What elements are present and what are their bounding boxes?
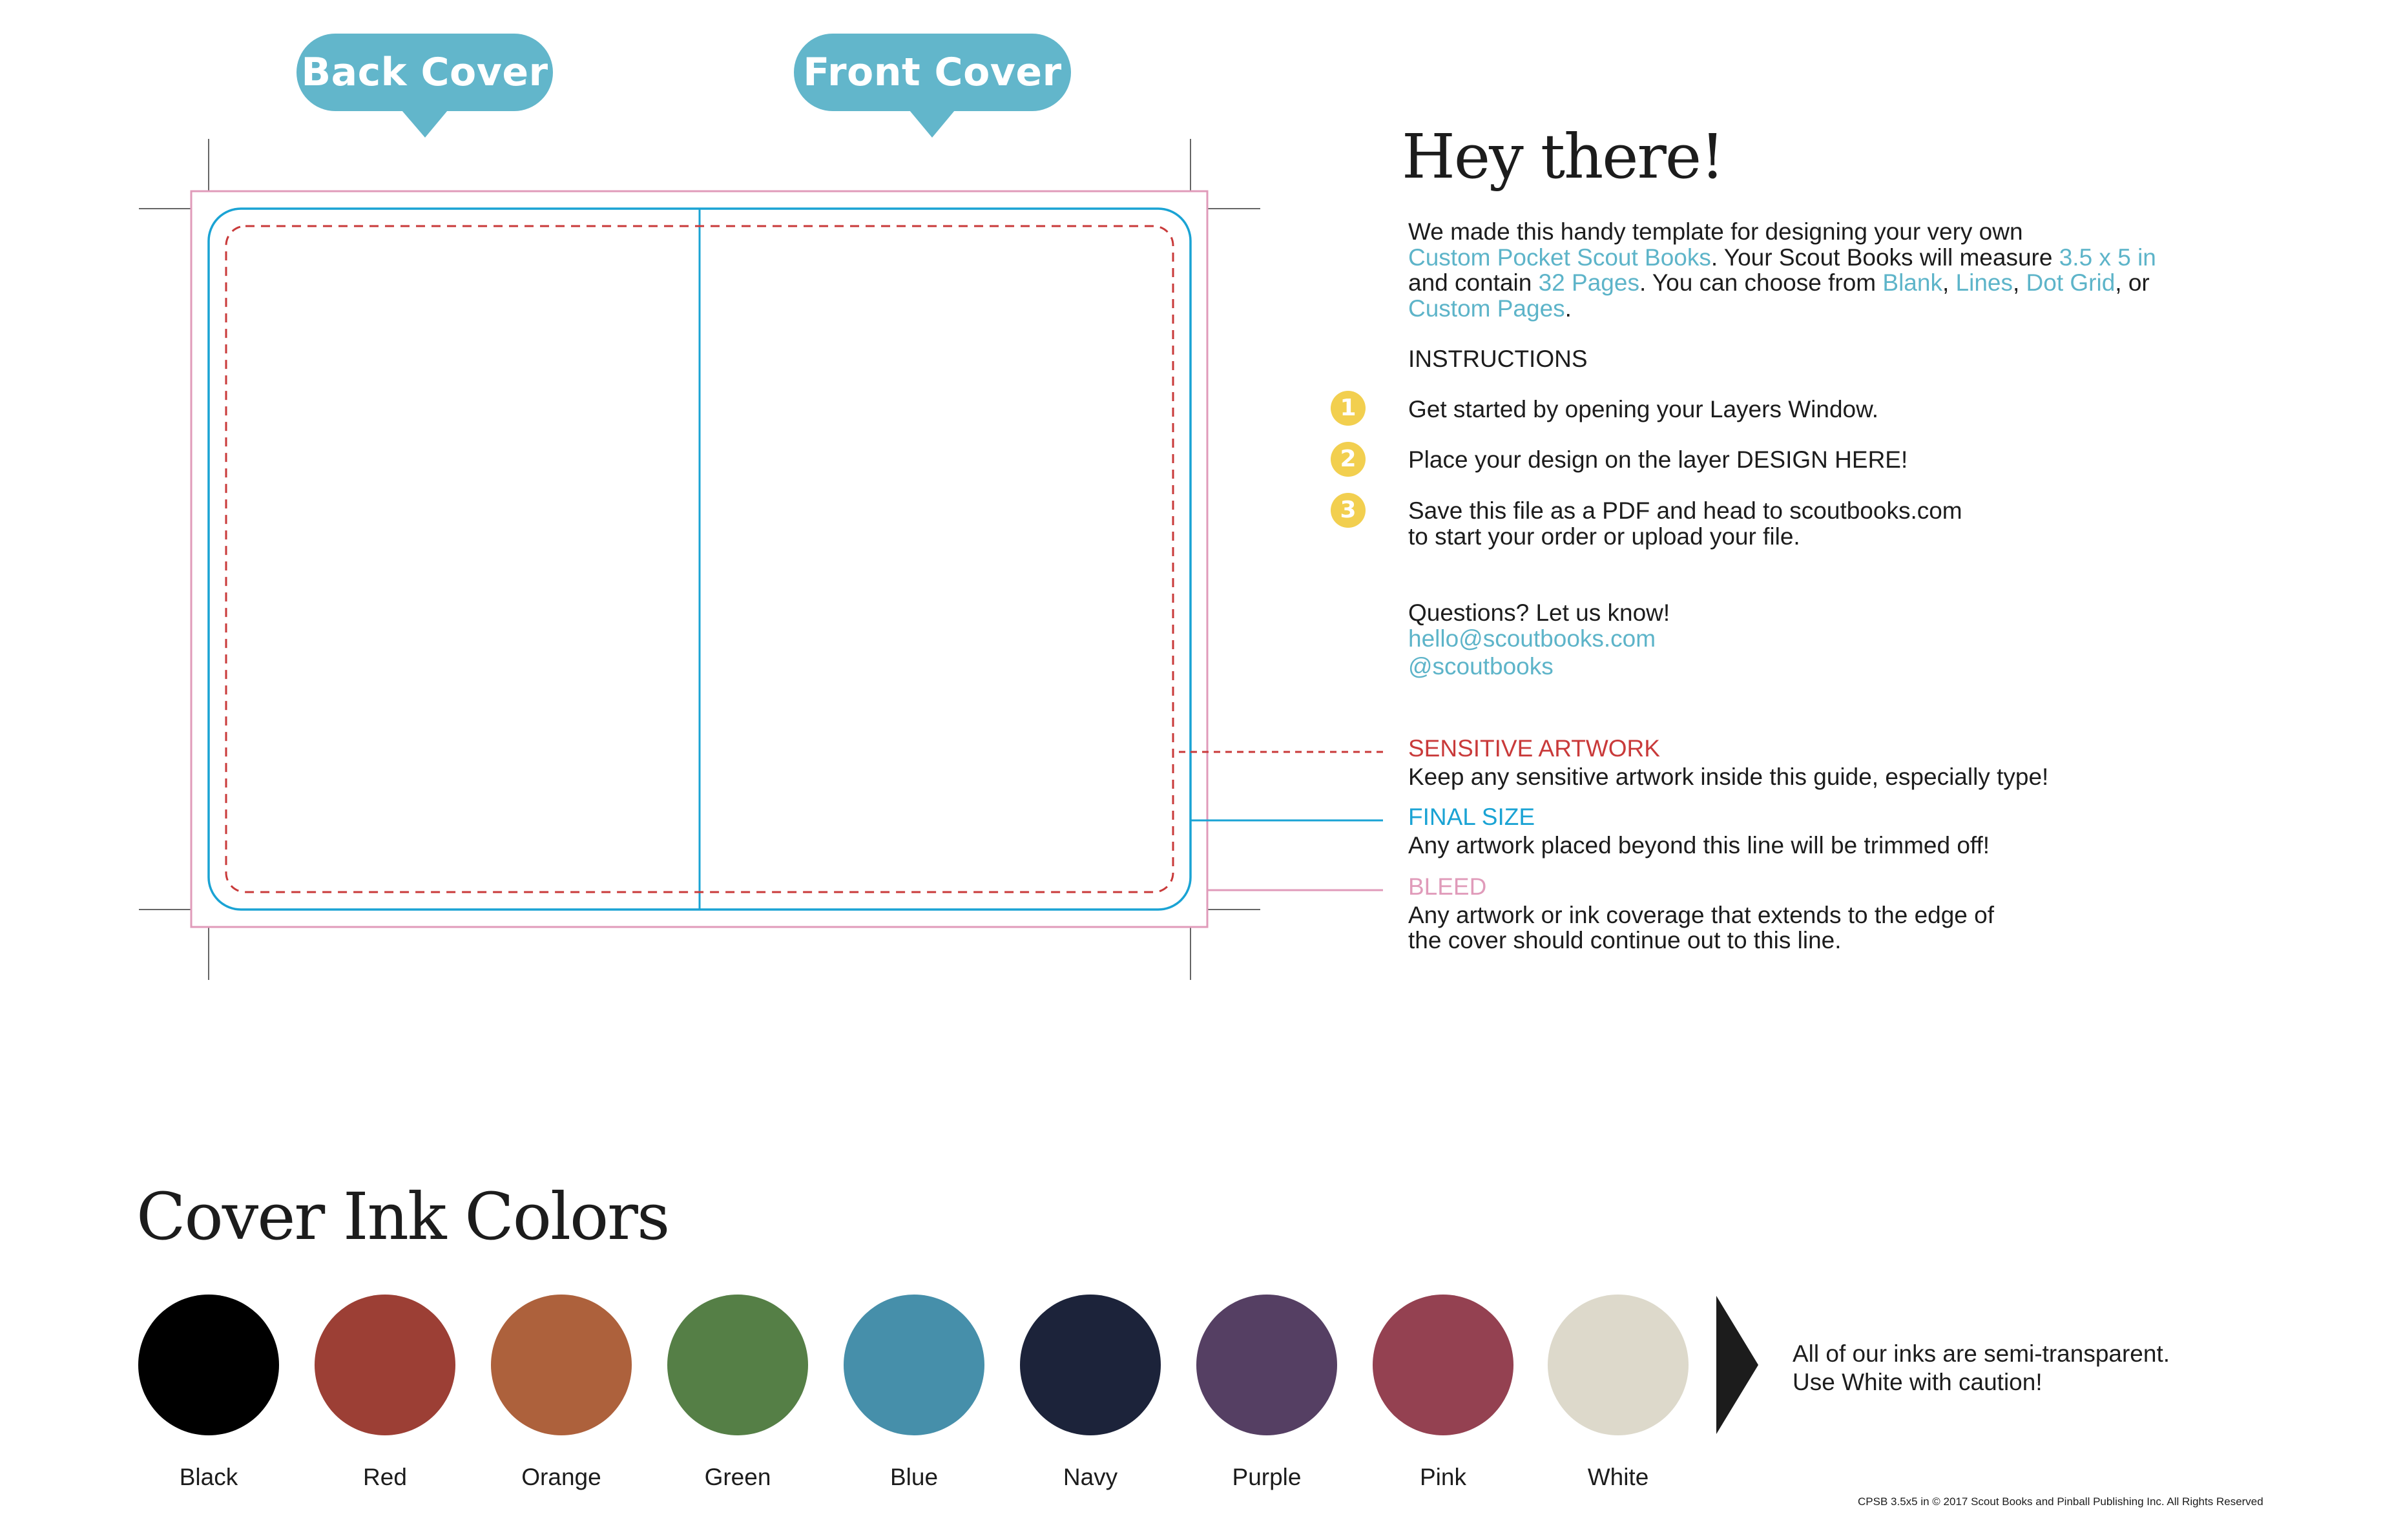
sensitive-guide-title: SENSITIVE ARTWORK bbox=[1408, 735, 1660, 762]
final-size-guide-title: FINAL SIZE bbox=[1408, 804, 1535, 830]
step-3-text: Save this file as a PDF and head to scou… bbox=[1408, 498, 1962, 549]
ink-note: All of our inks are semi-transparent. Us… bbox=[1793, 1341, 2170, 1395]
step-1-text: Get started by opening your Layers Windo… bbox=[1408, 396, 1879, 422]
swatch-label-green: Green bbox=[704, 1464, 771, 1490]
arrow-icon bbox=[1716, 1296, 1758, 1434]
intro-line-2: Custom Pocket Scout Books. Your Scout Bo… bbox=[1408, 244, 2156, 271]
step-3-line-2: to start your order or upload your file. bbox=[1408, 523, 1800, 550]
step-3-badge: 3 bbox=[1331, 493, 1366, 528]
swatch-label-white: White bbox=[1587, 1464, 1649, 1490]
intro-text: . bbox=[1565, 295, 1572, 322]
swatch-label-navy: Navy bbox=[1063, 1464, 1118, 1490]
swatch-red bbox=[315, 1295, 455, 1435]
ink-note-line-1: All of our inks are semi-transparent. bbox=[1793, 1340, 2170, 1367]
page-title: Hey there! bbox=[1402, 121, 1725, 192]
swatch-label-pink: Pink bbox=[1420, 1464, 1466, 1490]
contact-block: Questions? Let us know! hello@scoutbooks… bbox=[1408, 600, 1670, 680]
swatch-label-black: Black bbox=[179, 1464, 238, 1490]
sensitive-guide-desc: Keep any sensitive artwork inside this g… bbox=[1408, 763, 2049, 790]
instructions-heading: INSTRUCTIONS bbox=[1408, 346, 1588, 372]
final-size-guide-desc: Any artwork placed beyond this line will… bbox=[1408, 831, 1990, 858]
bleed-guide: BLEED Any artwork or ink coverage that e… bbox=[1408, 874, 1994, 953]
custom-pages-link[interactable]: Custom Pages bbox=[1408, 295, 1565, 322]
swatch-navy bbox=[1020, 1295, 1161, 1435]
back-cover-label: Back Cover bbox=[301, 50, 548, 95]
swatch-label-orange: Orange bbox=[521, 1464, 601, 1490]
blank-link[interactable]: Blank bbox=[1882, 269, 1942, 296]
swatch-black bbox=[138, 1295, 279, 1435]
intro-paragraph: We made this handy template for designin… bbox=[1408, 219, 2156, 321]
separator: , bbox=[2012, 269, 2026, 296]
bleed-guide-desc-1: Any artwork or ink coverage that extends… bbox=[1408, 901, 1995, 928]
swatch-label-blue: Blue bbox=[889, 1464, 939, 1490]
intro-text: . You can choose from bbox=[1639, 269, 1883, 296]
contact-handle-link[interactable]: @scoutbooks bbox=[1408, 654, 1670, 680]
intro-line-1: We made this handy template for designin… bbox=[1408, 218, 2023, 245]
contact-email-link[interactable]: hello@scoutbooks.com bbox=[1408, 625, 1670, 652]
swatch-white bbox=[1548, 1295, 1689, 1435]
intro-line-4: Custom Pages. bbox=[1408, 295, 2156, 322]
dot-grid-link[interactable]: Dot Grid bbox=[2026, 269, 2116, 296]
front-cover-label: Front Cover bbox=[803, 50, 1062, 95]
step-2-text: Place your design on the layer DESIGN HE… bbox=[1408, 446, 1908, 473]
copyright-footer: CPSB 3.5x5 in © 2017 Scout Books and Pin… bbox=[1858, 1495, 2263, 1508]
intro-text: and contain bbox=[1408, 269, 1539, 296]
swatch-pink bbox=[1373, 1295, 1513, 1435]
bleed-guide-desc-2: the cover should continue out to this li… bbox=[1408, 927, 1842, 953]
sensitive-guide: SENSITIVE ARTWORK Keep any sensitive art… bbox=[1408, 736, 2048, 789]
intro-text: . Your Scout Books will measure bbox=[1710, 244, 2059, 271]
ink-colors-title: Cover Ink Colors bbox=[136, 1179, 670, 1254]
separator: , bbox=[1942, 269, 1956, 296]
bleed-guide-title: BLEED bbox=[1408, 873, 1487, 900]
step-1-badge: 1 bbox=[1331, 391, 1366, 426]
swatch-label-purple: Purple bbox=[1232, 1464, 1302, 1490]
contact-question: Questions? Let us know! bbox=[1408, 599, 1670, 626]
intro-line-3: and contain 32 Pages. You can choose fro… bbox=[1408, 270, 2156, 296]
step-2-badge: 2 bbox=[1331, 442, 1366, 477]
final-size-guide: FINAL SIZE Any artwork placed beyond thi… bbox=[1408, 804, 1990, 858]
swatch-orange bbox=[491, 1295, 632, 1435]
custom-pocket-link[interactable]: Custom Pocket Scout Books bbox=[1408, 244, 1711, 271]
lines-link[interactable]: Lines bbox=[1956, 269, 2013, 296]
intro-text: , or bbox=[2115, 269, 2150, 296]
step-3-line-1: Save this file as a PDF and head to scou… bbox=[1408, 497, 1962, 524]
swatch-purple bbox=[1196, 1295, 1337, 1435]
swatch-blue bbox=[844, 1295, 984, 1435]
swatch-label-red: Red bbox=[363, 1464, 407, 1490]
ink-note-line-2: Use White with caution! bbox=[1793, 1368, 2043, 1395]
pages-link[interactable]: 32 Pages bbox=[1539, 269, 1639, 296]
swatch-green bbox=[667, 1295, 808, 1435]
size-link[interactable]: 3.5 x 5 in bbox=[2059, 244, 2156, 271]
